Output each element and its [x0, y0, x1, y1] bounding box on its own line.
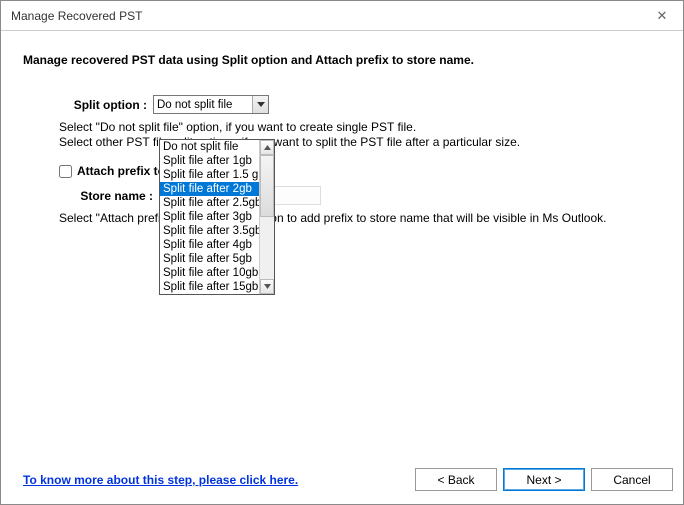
- dropdown-option[interactable]: Split file after 10gb: [160, 266, 259, 280]
- instruction-line-1: Select "Do not split file" option, if yo…: [59, 120, 661, 135]
- attach-prefix-note: Select "Attach prefix to store name" opt…: [59, 211, 661, 225]
- split-instructions: Select "Do not split file" option, if yo…: [59, 120, 661, 150]
- split-option-value: Do not split file: [154, 99, 252, 111]
- dialog-footer: To know more about this step, please cli…: [1, 460, 683, 504]
- close-button[interactable]: ✕: [641, 1, 683, 30]
- next-button[interactable]: Next >: [503, 468, 585, 491]
- dropdown-option[interactable]: Split file after 4gb: [160, 238, 259, 252]
- attach-prefix-row: Attach prefix to store name: [59, 164, 661, 178]
- window-title: Manage Recovered PST: [11, 9, 641, 23]
- dropdown-option[interactable]: Split file after 3gb: [160, 210, 259, 224]
- attach-prefix-checkbox[interactable]: [59, 165, 72, 178]
- split-option-select[interactable]: Do not split file: [153, 95, 269, 114]
- cancel-button[interactable]: Cancel: [591, 468, 673, 491]
- scroll-down-button[interactable]: [260, 279, 274, 294]
- split-option-dropdown[interactable]: Do not split fileSplit file after 1gbSpl…: [159, 139, 275, 295]
- dropdown-option[interactable]: Split file after 15gb: [160, 280, 259, 294]
- chevron-down-icon: [252, 96, 268, 113]
- dropdown-option[interactable]: Split file after 1gb: [160, 154, 259, 168]
- dialog-window: Manage Recovered PST ✕ Manage recovered …: [0, 0, 684, 505]
- store-name-row: Store name :: [59, 186, 661, 205]
- dialog-body: Manage recovered PST data using Split op…: [1, 31, 683, 460]
- split-option-row: Split option : Do not split file: [23, 95, 661, 114]
- split-option-label: Split option :: [23, 98, 153, 112]
- scroll-thumb[interactable]: [260, 155, 274, 217]
- dropdown-scrollbar[interactable]: [259, 140, 274, 294]
- dropdown-option[interactable]: Split file after 5gb: [160, 252, 259, 266]
- dialog-subtitle: Manage recovered PST data using Split op…: [23, 53, 661, 67]
- dropdown-items: Do not split fileSplit file after 1gbSpl…: [160, 140, 259, 294]
- dropdown-option[interactable]: Split file after 3.5gb: [160, 224, 259, 238]
- scroll-track[interactable]: [260, 155, 274, 279]
- scroll-up-button[interactable]: [260, 140, 274, 155]
- dropdown-option[interactable]: Split file after 2gb: [160, 182, 259, 196]
- instruction-line-2: Select other PST file split options, if …: [59, 135, 661, 150]
- dropdown-option[interactable]: Do not split file: [160, 140, 259, 154]
- dropdown-option[interactable]: Split file after 1.5 gb: [160, 168, 259, 182]
- dropdown-option[interactable]: Split file after 2.5gb: [160, 196, 259, 210]
- back-button[interactable]: < Back: [415, 468, 497, 491]
- store-name-label: Store name :: [59, 189, 159, 203]
- titlebar: Manage Recovered PST ✕: [1, 1, 683, 31]
- help-link[interactable]: To know more about this step, please cli…: [23, 473, 409, 487]
- close-icon: ✕: [657, 8, 668, 24]
